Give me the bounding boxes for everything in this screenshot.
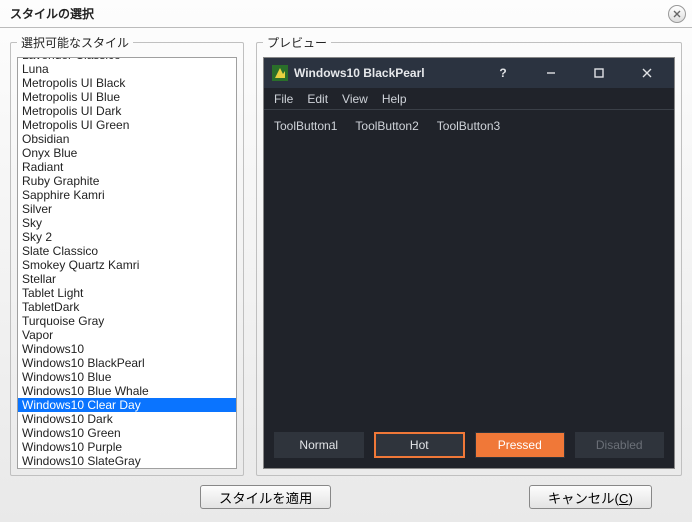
list-item[interactable]: Silver — [18, 202, 236, 216]
list-item[interactable]: Ruby Graphite — [18, 174, 236, 188]
preview-window-title: Windows10 BlackPearl — [294, 66, 425, 80]
preview-window: Windows10 BlackPearl ? File Edit — [263, 57, 675, 469]
list-item[interactable]: Turquoise Gray — [18, 314, 236, 328]
list-item[interactable]: Metropolis UI Black — [18, 76, 236, 90]
window-close-icon[interactable] — [626, 61, 668, 85]
list-item[interactable]: Luna — [18, 62, 236, 76]
list-item[interactable]: Metropolis UI Blue — [18, 90, 236, 104]
list-item[interactable]: Windows10 Clear Day — [18, 398, 236, 412]
apply-style-button[interactable]: スタイルを適用 — [200, 485, 331, 509]
cancel-label-suffix: ) — [629, 491, 633, 506]
list-item[interactable]: Windows10 SlateGray — [18, 454, 236, 468]
menu-edit[interactable]: Edit — [307, 92, 328, 106]
list-item[interactable]: Metropolis UI Green — [18, 118, 236, 132]
minimize-icon[interactable] — [530, 61, 572, 85]
dialog-title: スタイルの選択 — [10, 5, 668, 22]
dialog-footer: スタイルを適用 キャンセル(C) — [0, 482, 692, 512]
list-item[interactable]: Windows10 Green — [18, 426, 236, 440]
list-item[interactable]: Stellar — [18, 272, 236, 286]
list-item[interactable]: Sapphire Kamri — [18, 188, 236, 202]
state-normal-button[interactable]: Normal — [274, 432, 364, 458]
list-item[interactable]: Windows10 Purple — [18, 440, 236, 454]
styles-list-wrap: Lavender ClassicoLunaMetropolis UI Black… — [17, 57, 237, 469]
menu-file[interactable]: File — [274, 92, 293, 106]
list-item[interactable]: Windows10 Blue Whale — [18, 384, 236, 398]
menu-help[interactable]: Help — [382, 92, 407, 106]
preview-menubar: File Edit View Help — [264, 88, 674, 110]
list-item[interactable]: Tablet Light — [18, 286, 236, 300]
styles-list[interactable]: Lavender ClassicoLunaMetropolis UI Black… — [18, 58, 236, 468]
state-disabled-button: Disabled — [575, 432, 665, 458]
list-item[interactable]: Sky 2 — [18, 230, 236, 244]
list-item[interactable]: Onyx Blue — [18, 146, 236, 160]
toolbutton-1[interactable]: ToolButton1 — [274, 119, 337, 133]
cancel-label-prefix: キャンセル( — [548, 491, 619, 506]
list-item[interactable]: Metropolis UI Dark — [18, 104, 236, 118]
cancel-button[interactable]: キャンセル(C) — [529, 485, 652, 509]
styles-legend: 選択可能なスタイル — [17, 34, 133, 51]
list-item[interactable]: Obsidian — [18, 132, 236, 146]
right-column: プレビュー Windows10 BlackPearl ? — [256, 34, 682, 476]
dialog-titlebar: スタイルの選択 — [0, 0, 692, 28]
list-item[interactable]: Windows10 BlackPearl — [18, 356, 236, 370]
preview-toolbar: ToolButton1 ToolButton2 ToolButton3 — [264, 110, 674, 142]
list-item[interactable]: Radiant — [18, 160, 236, 174]
app-icon — [272, 65, 288, 81]
styles-group: 選択可能なスタイル Lavender ClassicoLunaMetropoli… — [10, 34, 244, 476]
help-icon[interactable]: ? — [482, 61, 524, 85]
cancel-mnemonic: C — [619, 491, 629, 506]
preview-titlebar: Windows10 BlackPearl ? — [264, 58, 674, 88]
state-hot-button[interactable]: Hot — [374, 432, 466, 458]
menu-view[interactable]: View — [342, 92, 368, 106]
list-item[interactable]: Smokey Quartz Kamri — [18, 258, 236, 272]
toolbutton-2[interactable]: ToolButton2 — [355, 119, 418, 133]
close-icon[interactable] — [668, 5, 686, 23]
preview-group: プレビュー Windows10 BlackPearl ? — [256, 34, 682, 476]
preview-button-row: Normal Hot Pressed Disabled — [264, 422, 674, 468]
left-column: 選択可能なスタイル Lavender ClassicoLunaMetropoli… — [10, 34, 244, 476]
list-item[interactable]: Windows10 — [18, 342, 236, 356]
list-item[interactable]: Sky — [18, 216, 236, 230]
list-item[interactable]: Slate Classico — [18, 244, 236, 258]
content: 選択可能なスタイル Lavender ClassicoLunaMetropoli… — [10, 34, 682, 476]
list-item[interactable]: TabletDark — [18, 300, 236, 314]
toolbutton-3[interactable]: ToolButton3 — [437, 119, 500, 133]
state-pressed-button[interactable]: Pressed — [475, 432, 565, 458]
list-item[interactable]: Vapor — [18, 328, 236, 342]
preview-legend: プレビュー — [263, 34, 331, 51]
list-item[interactable]: Windows10 Blue — [18, 370, 236, 384]
list-item[interactable]: Windows10 Dark — [18, 412, 236, 426]
maximize-icon[interactable] — [578, 61, 620, 85]
preview-body — [264, 142, 674, 422]
